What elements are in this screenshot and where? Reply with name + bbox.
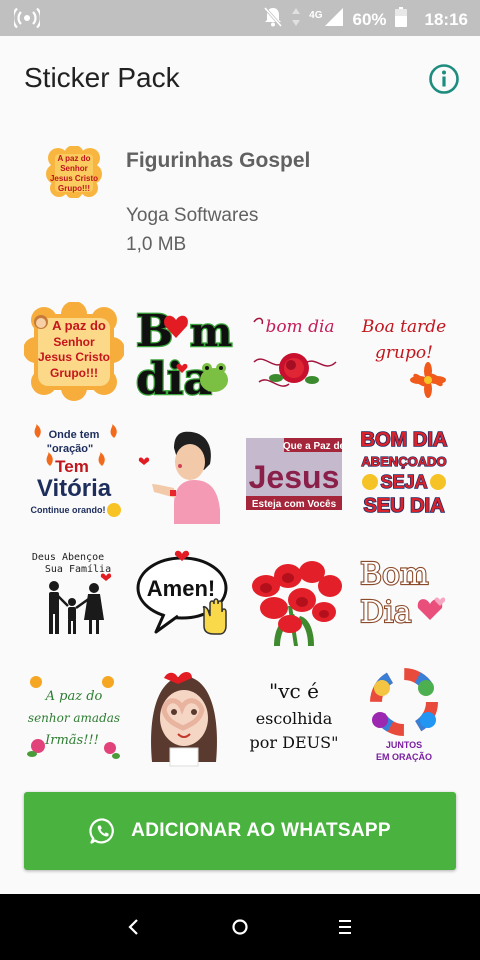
sticker-vc-escolhida[interactable]: "vc é escolhida por DEUS" xyxy=(244,668,344,768)
sticker-text: Deus Abençoe xyxy=(32,552,104,563)
clock: 18:16 xyxy=(424,9,468,29)
sticker-red-tulips[interactable] xyxy=(244,546,344,646)
sticker-text: Grupo!!! xyxy=(50,366,98,380)
pack-name: Figurinhas Gospel xyxy=(126,149,311,172)
app-bar: Sticker Pack xyxy=(0,36,480,124)
sticker-text: Sua Família xyxy=(45,563,111,575)
sticker-text: grupo! xyxy=(375,343,433,363)
sticker-deus-abencoe-familia[interactable]: Deus Abençoe Sua Família xyxy=(24,546,124,646)
sticker-girl-heart-hands[interactable] xyxy=(134,668,234,768)
sticker-text: Senhor xyxy=(53,335,95,349)
sticker-amen[interactable]: Amen! xyxy=(134,546,234,646)
sticker-text: bom dia xyxy=(265,317,334,337)
sticker-text: senhor amadas xyxy=(28,711,120,725)
sticker-text: m xyxy=(190,309,232,356)
sticker-text: Irmãs!!! xyxy=(44,733,99,748)
battery-icon xyxy=(394,7,407,32)
sticker-text: ABENÇOADO xyxy=(361,454,446,469)
sticker-text: Esteja com Vocês xyxy=(252,499,337,510)
sticker-paz-de-jesus[interactable]: Que a Paz de Jesus Esteja com Vocês xyxy=(244,424,344,524)
sticker-boa-tarde[interactable]: Boa tarde grupo! xyxy=(354,302,454,402)
navigation-bar xyxy=(0,894,480,960)
tray-line-2: Senhor xyxy=(60,164,88,173)
back-icon[interactable] xyxy=(118,912,148,942)
sticker-woman-kiss[interactable] xyxy=(134,424,234,524)
sticker-text: A paz do xyxy=(52,318,106,333)
whatsapp-icon xyxy=(89,817,117,845)
signal-icon xyxy=(324,7,344,32)
tray-line-3: Jesus Cristo xyxy=(50,174,98,183)
sticker-text: JUNTOS xyxy=(386,740,422,750)
add-to-whatsapp-button[interactable]: ADICIONAR AO WHATSAPP xyxy=(24,792,456,870)
sticker-text: Jesus Cristo xyxy=(38,350,110,364)
sticker-text: Vitória xyxy=(37,475,112,502)
sticker-text: Jesus xyxy=(249,459,340,495)
sticker-bom-dia-hearts[interactable]: Bom Dia xyxy=(354,546,454,646)
sticker-onde-tem-oracao[interactable]: Onde tem "oração" Tem Vitória Continue o… xyxy=(24,424,124,524)
add-to-whatsapp-label: ADICIONAR AO WHATSAPP xyxy=(131,820,391,841)
sticker-text: SEJA xyxy=(380,472,427,492)
page-title: Sticker Pack xyxy=(24,62,180,93)
pack-publisher: Yoga Softwares xyxy=(126,205,259,226)
pack-tray-icon: A paz do Senhor Jesus Cristo Grupo!!! xyxy=(46,145,102,199)
sticker-juntos-em-oracao[interactable]: JUNTOS EM ORAÇÃO xyxy=(354,668,454,768)
sticker-text: "vc é xyxy=(269,679,319,703)
sticker-bom-dia-rose[interactable]: bom dia xyxy=(244,302,344,402)
sticker-text: EM ORAÇÃO xyxy=(376,752,432,762)
sticker-text: Tem xyxy=(55,457,89,476)
sticker-text: BOM DIA xyxy=(361,429,448,451)
sticker-text: Que a Paz de xyxy=(283,441,344,452)
sticker-text: escolhida xyxy=(256,709,333,728)
sticker-text: Amen! xyxy=(147,576,215,601)
sticker-text: A paz do xyxy=(45,689,103,704)
status-bar: 4G 60% 18:16 xyxy=(0,0,480,36)
sticker-text: Bom xyxy=(360,557,429,592)
tray-line-4: Grupo!!! xyxy=(58,184,90,193)
sticker-text: Dia xyxy=(360,595,412,630)
network-type: 4G xyxy=(309,10,323,21)
tray-line-1: A paz do xyxy=(57,154,90,163)
sticker-paz-do-senhor[interactable]: A paz do Senhor Jesus Cristo Grupo!!! xyxy=(24,302,124,402)
info-icon[interactable] xyxy=(428,63,460,95)
sticker-grid: A paz do Senhor Jesus Cristo Grupo!!! B … xyxy=(24,302,456,774)
data-arrows-icon xyxy=(291,7,301,32)
sticker-text: Onde tem xyxy=(49,429,100,441)
sticker-text: Boa tarde xyxy=(361,317,446,337)
sticker-paz-irmas[interactable]: A paz do senhor amadas Irmãs!!! xyxy=(24,668,124,768)
notifications-off-icon xyxy=(263,6,283,33)
sticker-text: por DEUS" xyxy=(250,733,339,752)
sticker-text: SEU DIA xyxy=(363,495,444,517)
pack-size: 1,0 MB xyxy=(126,234,187,255)
battery-percent: 60% xyxy=(352,9,387,29)
sticker-text: B xyxy=(136,306,173,357)
home-icon[interactable] xyxy=(225,912,255,942)
sticker-bom-dia-abencoado[interactable]: BOM DIA ABENÇOADO SEJA SEU DIA xyxy=(354,424,454,524)
recents-icon[interactable] xyxy=(330,912,360,942)
sticker-text: "oração" xyxy=(47,443,94,455)
sticker-bom-dia-frog[interactable]: B m dia xyxy=(134,302,234,402)
broadcast-icon xyxy=(12,7,42,34)
sticker-text: Continue orando! xyxy=(31,505,106,515)
